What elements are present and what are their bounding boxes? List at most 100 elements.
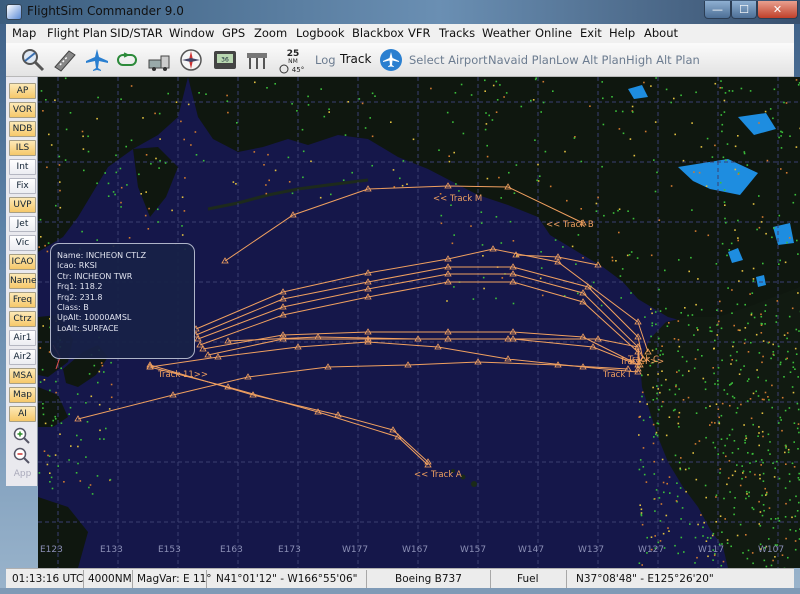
sidebar-button-air1[interactable]: Air1 xyxy=(9,330,36,346)
menu-flight-plan[interactable]: Flight Plan xyxy=(47,26,107,40)
minimize-button[interactable]: — xyxy=(704,1,731,19)
sidebar-button-int[interactable]: Int xyxy=(9,159,36,175)
sidebar-button-msa[interactable]: MSA xyxy=(9,368,36,384)
menu-sid-star[interactable]: SID/STAR xyxy=(110,26,163,40)
sidebar-button-map[interactable]: Map xyxy=(9,387,36,403)
airport-dot xyxy=(154,112,156,115)
airport-dot xyxy=(743,424,745,426)
sidebar-button-name[interactable]: Name xyxy=(9,273,37,289)
airport-dot xyxy=(733,324,735,327)
menu-weather[interactable]: Weather xyxy=(482,26,530,40)
menu-blackbox[interactable]: Blackbox xyxy=(352,26,404,40)
track-button[interactable]: Track xyxy=(340,52,371,66)
runway-icon[interactable] xyxy=(52,47,78,73)
airport-dot xyxy=(775,315,778,317)
airport-dot xyxy=(794,540,797,542)
sidebar-button-freq[interactable]: Freq xyxy=(9,292,36,308)
menu-gps[interactable]: GPS xyxy=(222,26,245,40)
sidebar-button-icao[interactable]: ICAO xyxy=(9,254,36,270)
sidebar-button-air2[interactable]: Air2 xyxy=(9,349,36,365)
airport-dot xyxy=(577,292,579,295)
sidebar-button-vor[interactable]: VOR xyxy=(9,102,36,118)
log-button[interactable]: Log xyxy=(315,53,336,67)
track-label[interactable]: Track 11>> xyxy=(157,370,208,380)
map-view[interactable]: << Track M << Track B Track F>> Track 11>> T… xyxy=(38,77,800,568)
airplane-icon[interactable] xyxy=(84,47,110,73)
airport-dot xyxy=(38,246,40,248)
close-button[interactable]: ✕ xyxy=(757,1,798,19)
planet-airplane-icon[interactable] xyxy=(378,47,404,73)
airport-dot xyxy=(677,416,680,418)
airport-dot xyxy=(665,514,668,517)
airport-dot xyxy=(40,236,42,238)
menu-online[interactable]: Online xyxy=(535,26,572,40)
airport-dot xyxy=(552,90,554,92)
airport-dot xyxy=(724,204,726,206)
sidebar-button-ap[interactable]: AP xyxy=(9,83,36,99)
airport-dot xyxy=(120,206,122,208)
maximize-button[interactable]: ☐ xyxy=(731,1,757,19)
menu-map[interactable]: Map xyxy=(12,26,36,40)
airport-dot xyxy=(679,468,682,471)
airport-dot xyxy=(779,361,782,364)
route-vehicle-icon[interactable] xyxy=(146,47,172,73)
airport-dot xyxy=(458,190,460,192)
track-label[interactable]: << Track A xyxy=(414,470,462,480)
airport-dot xyxy=(719,472,721,474)
sidebar-app-button[interactable]: App xyxy=(9,469,36,479)
menu-tracks[interactable]: Tracks xyxy=(439,26,475,40)
ils-antenna-icon[interactable] xyxy=(244,47,270,73)
sidebar-button-fix[interactable]: Fix xyxy=(9,178,36,194)
airport-dot xyxy=(663,491,665,494)
track-label[interactable]: Track I xyxy=(602,370,630,380)
sidebar-button-ndb[interactable]: NDB xyxy=(9,121,36,137)
sidebar-button-ai[interactable]: AI xyxy=(9,406,36,422)
status-divider xyxy=(132,570,133,588)
airport-dot xyxy=(656,392,658,395)
airport-dot xyxy=(680,518,682,520)
sidebar-button-uvp[interactable]: UVP xyxy=(9,197,36,213)
track-label[interactable]: << Track M xyxy=(433,194,482,204)
airport-dot xyxy=(689,523,691,525)
holding-pattern-icon[interactable] xyxy=(114,47,140,73)
range-wind-icon[interactable]: 25 NM 45° xyxy=(276,47,310,74)
menu-vfr[interactable]: VFR xyxy=(408,26,430,40)
low-alt-plan-button[interactable]: Low Alt Plan xyxy=(556,53,626,67)
airport-dot xyxy=(601,165,603,168)
menu-exit[interactable]: Exit xyxy=(580,26,602,40)
track-label[interactable]: << Track B xyxy=(546,220,594,230)
menu-window[interactable]: Window xyxy=(169,26,214,40)
airport-dot xyxy=(58,155,61,158)
gps-unit-icon[interactable]: 36 xyxy=(212,47,238,73)
airport-dot xyxy=(39,218,42,221)
airport-dot xyxy=(795,79,798,81)
zoom-out-icon[interactable] xyxy=(13,447,31,465)
menu-logbook[interactable]: Logbook xyxy=(296,26,345,40)
airport-dot xyxy=(728,249,731,251)
sidebar-button-ctrz[interactable]: Ctrz xyxy=(9,311,36,327)
high-alt-plan-button[interactable]: High Alt Plan xyxy=(626,53,700,67)
airport-dot xyxy=(787,350,789,353)
airport-dot xyxy=(642,447,645,449)
airport-dot xyxy=(755,333,758,336)
sidebar-button-vic[interactable]: Vic xyxy=(9,235,36,251)
track-label[interactable]: Track C xyxy=(627,355,659,365)
select-airport-button[interactable]: Select Airport xyxy=(409,53,488,67)
airport-dot xyxy=(717,453,719,455)
navaid-plan-button[interactable]: Navaid Plan xyxy=(488,53,556,67)
zoom-map-icon[interactable] xyxy=(20,47,46,73)
airport-dot xyxy=(714,82,717,85)
airport-dot xyxy=(267,153,269,156)
sidebar-button-ils[interactable]: ILS xyxy=(9,140,36,156)
menu-help[interactable]: Help xyxy=(609,26,635,40)
menu-zoom[interactable]: Zoom xyxy=(254,26,287,40)
airport-dot xyxy=(595,202,598,205)
menu-about[interactable]: About xyxy=(644,26,678,40)
airport-dot xyxy=(768,538,770,540)
airport-dot xyxy=(577,234,580,236)
compass-icon[interactable] xyxy=(178,47,204,73)
zoom-in-icon[interactable] xyxy=(13,427,31,445)
airport-dot xyxy=(734,229,736,231)
airport-dot xyxy=(746,164,749,166)
sidebar-button-jet[interactable]: Jet xyxy=(9,216,36,232)
